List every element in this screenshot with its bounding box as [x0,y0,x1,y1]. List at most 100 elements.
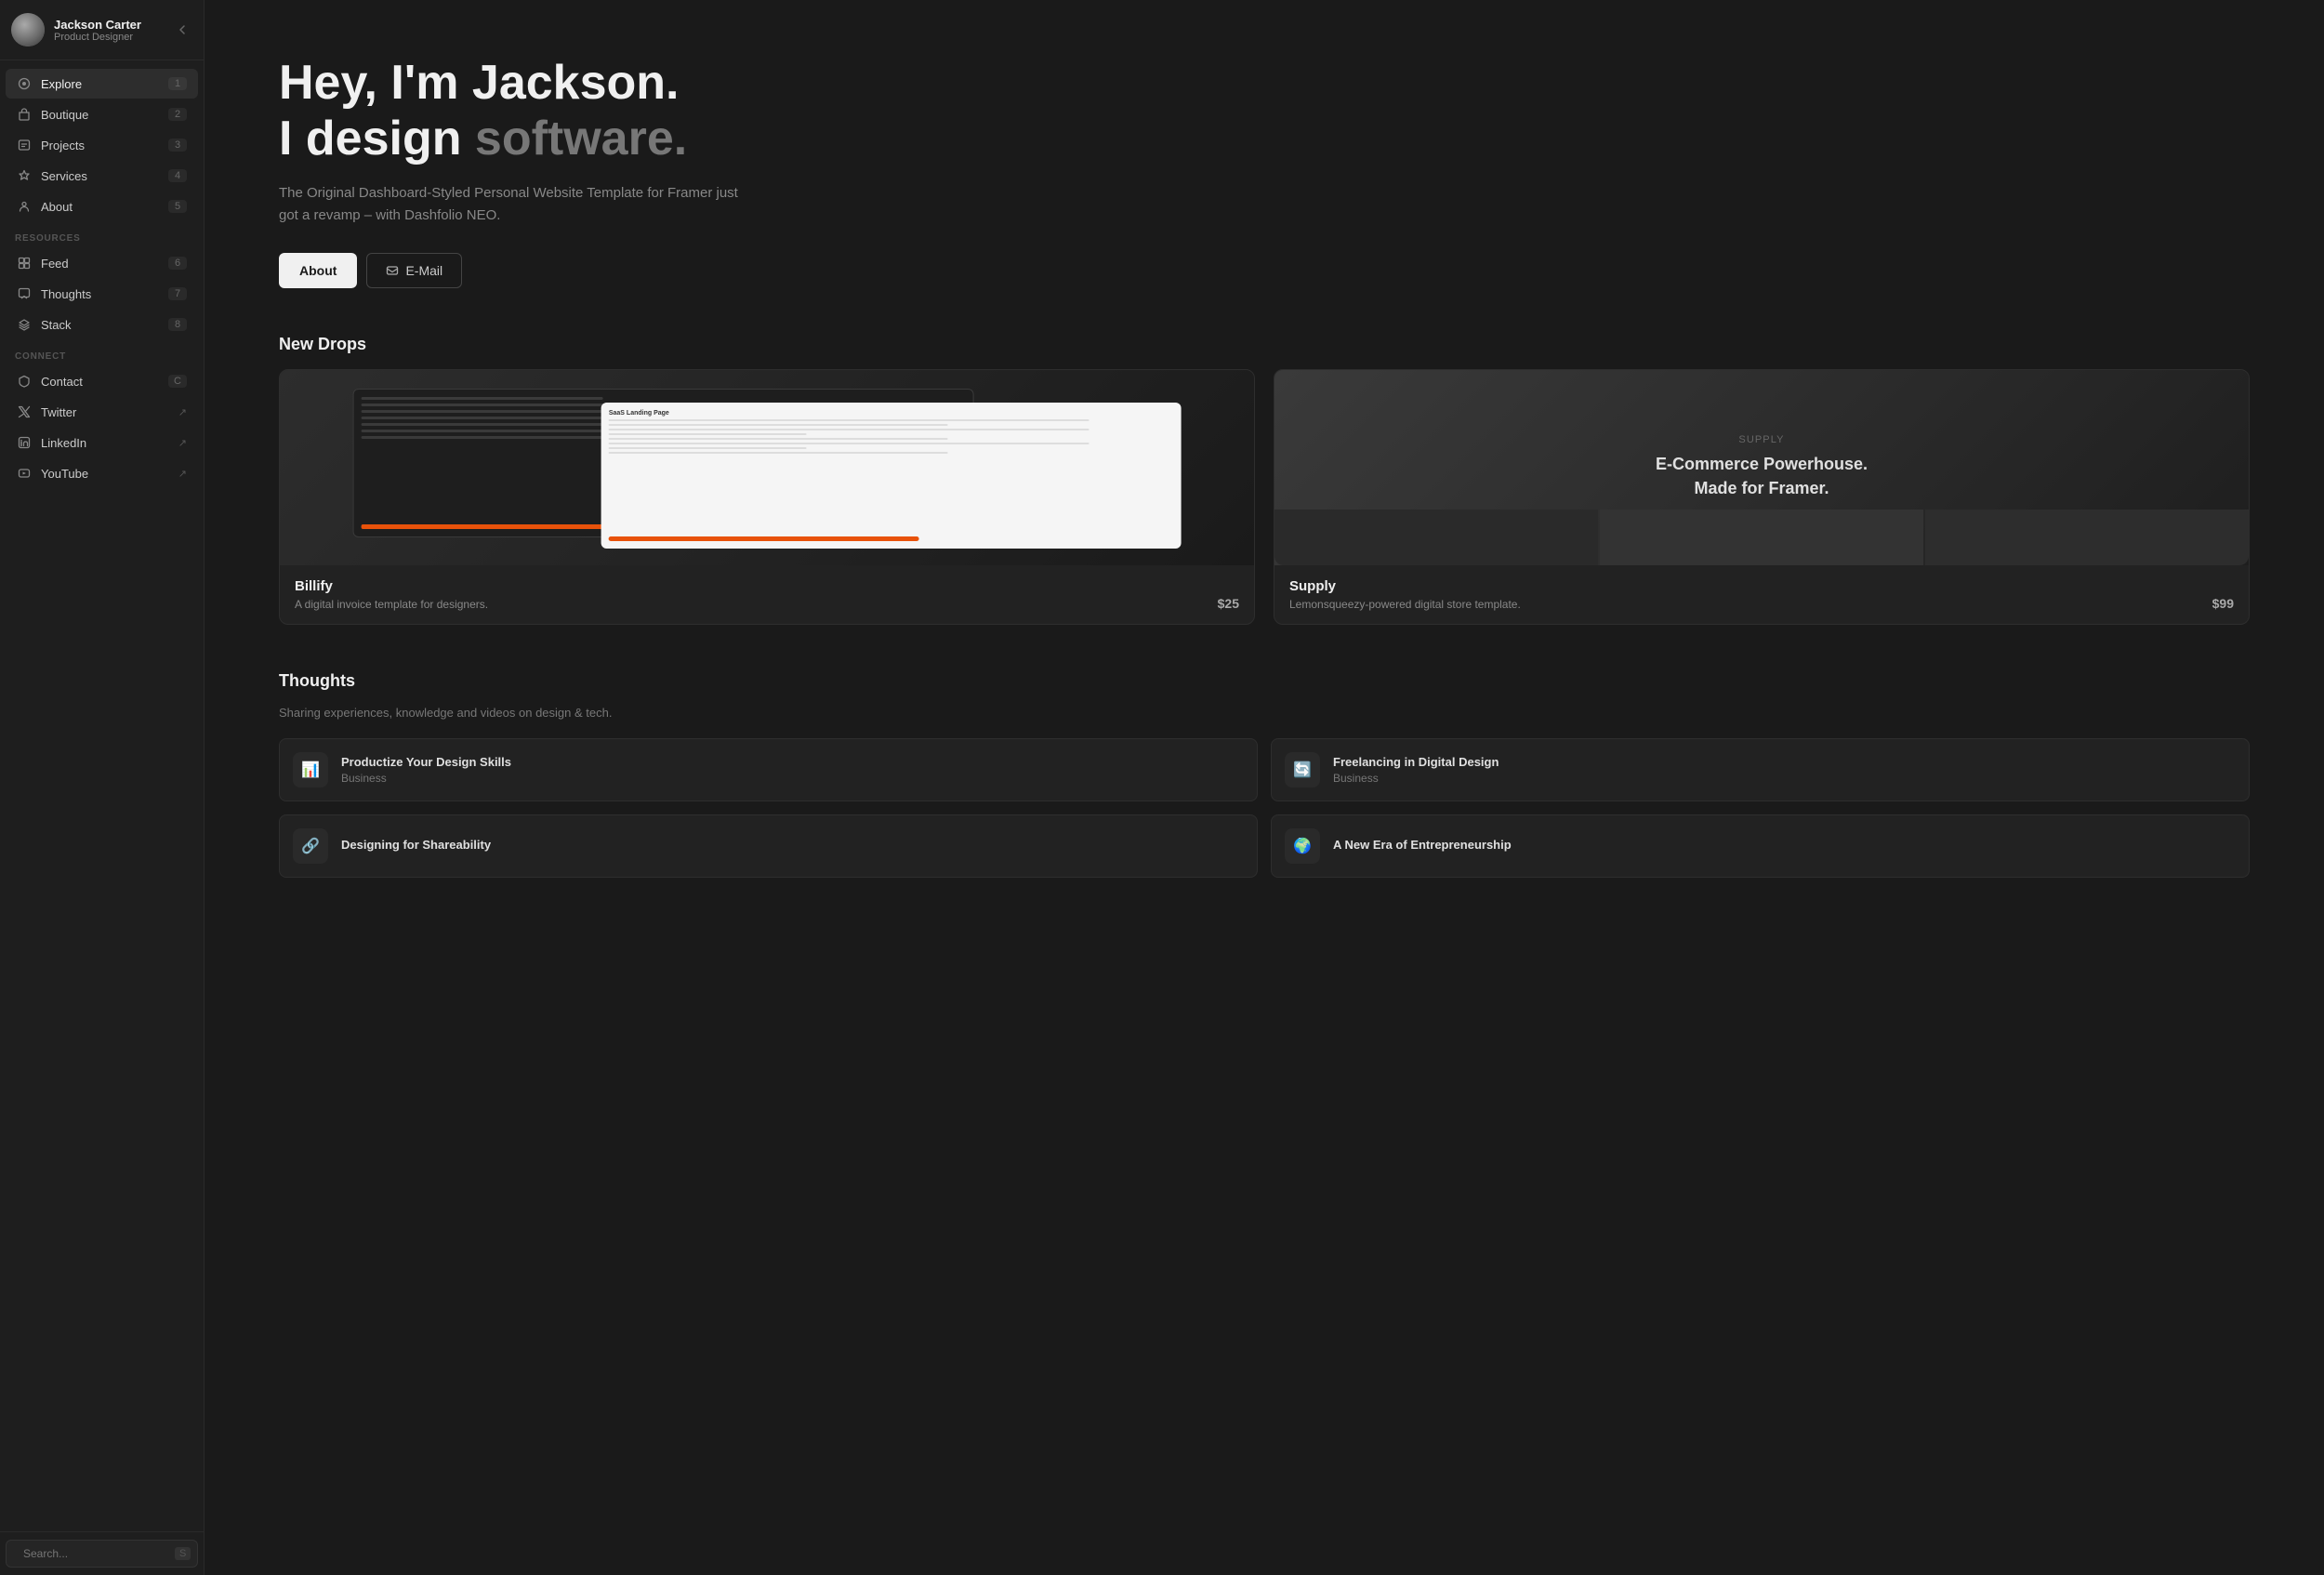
thoughts-section: Thoughts Sharing experiences, knowledge … [279,671,2250,878]
sidebar-item-stack[interactable]: Stack 8 [6,310,198,339]
linkedin-label: LinkedIn [41,436,86,450]
contact-shortcut: C [168,375,187,388]
thought-category-productize: Business [341,772,511,785]
youtube-external-icon: ↗ [178,468,187,480]
about-badge: 5 [168,200,187,213]
email-icon [386,264,399,277]
services-label: Services [41,169,87,183]
sidebar-item-linkedin[interactable]: LinkedIn ↗ [6,428,198,457]
youtube-icon [17,466,32,481]
hero-section: Hey, I'm Jackson. I design software. The… [279,56,2250,288]
thought-icon-entrepreneurship: 🌍 [1285,828,1320,864]
sidebar-item-twitter[interactable]: Twitter ↗ [6,397,198,427]
billify-name: Billify [295,578,488,594]
twitter-label: Twitter [41,405,76,419]
stack-icon [17,317,32,332]
user-info: Jackson Carter Product Designer [54,18,141,43]
sidebar-item-about[interactable]: About 5 [6,192,198,221]
twitter-external-icon: ↗ [178,406,187,418]
user-profile[interactable]: Jackson Carter Product Designer [11,13,141,46]
sidebar-bottom: S [0,1531,204,1575]
thought-category-freelancing: Business [1333,772,1499,785]
user-name: Jackson Carter [54,18,141,32]
hero-title-line2-prefix: I design [279,112,475,165]
boutique-label: Boutique [41,108,88,122]
billify-price: $25 [1218,596,1239,611]
thought-item-productize[interactable]: 📊 Productize Your Design Skills Business [279,738,1258,801]
search-bar[interactable]: S [6,1540,198,1568]
feed-label: Feed [41,257,69,271]
billify-info: Billify A digital invoice template for d… [280,565,1254,624]
email-label: E-Mail [405,263,442,278]
drop-card-supply[interactable]: SUPPLY E-Commerce Powerhouse.Made for Fr… [1274,369,2250,625]
main-content: Hey, I'm Jackson. I design software. The… [205,0,2324,1575]
explore-badge: 1 [168,77,187,90]
thought-icon-shareability: 🔗 [293,828,328,864]
thoughts-icon [17,286,32,301]
supply-info: Supply Lemonsqueezy-powered digital stor… [1274,565,2249,624]
sidebar-item-projects[interactable]: Projects 3 [6,130,198,160]
email-button[interactable]: E-Mail [366,253,462,288]
thoughts-title: Thoughts [279,671,2250,691]
sidebar-item-thoughts[interactable]: Thoughts 7 [6,279,198,309]
stack-label: Stack [41,318,72,332]
contact-icon [17,374,32,389]
twitter-icon [17,404,32,419]
billify-image: SaaS Landing Page [280,370,1254,565]
thought-icon-freelancing: 🔄 [1285,752,1320,788]
hero-title: Hey, I'm Jackson. I design software. [279,56,2250,167]
youtube-label: YouTube [41,467,88,481]
thoughts-subtitle: Sharing experiences, knowledge and video… [279,706,2250,720]
sidebar: Jackson Carter Product Designer Explore [0,0,205,1575]
thought-item-freelancing[interactable]: 🔄 Freelancing in Digital Design Business [1271,738,2250,801]
about-button[interactable]: About [279,253,357,288]
thought-item-shareability[interactable]: 🔗 Designing for Shareability [279,814,1258,878]
supply-image: SUPPLY E-Commerce Powerhouse.Made for Fr… [1274,370,2249,565]
boutique-icon [17,107,32,122]
drops-section: New Drops [279,335,2250,625]
sidebar-item-services[interactable]: Services 4 [6,161,198,191]
drops-grid: SaaS Landing Page [279,369,2250,625]
hero-title-line1: Hey, I'm Jackson. [279,56,680,110]
linkedin-external-icon: ↗ [178,437,187,449]
services-badge: 4 [168,169,187,182]
sidebar-item-boutique[interactable]: Boutique 2 [6,99,198,129]
connect-label: CONNECT [0,340,204,365]
thought-title-freelancing: Freelancing in Digital Design [1333,755,1499,769]
thoughts-badge: 7 [168,287,187,300]
services-icon [17,168,32,183]
hero-subtitle: The Original Dashboard-Styled Personal W… [279,182,744,227]
feed-badge: 6 [168,257,187,270]
avatar [11,13,45,46]
sidebar-item-feed[interactable]: Feed 6 [6,248,198,278]
contact-label: Contact [41,375,83,389]
user-role: Product Designer [54,32,141,43]
stack-badge: 8 [168,318,187,331]
main-nav: Explore 1 Boutique 2 [0,60,204,1531]
about-label: About [41,200,73,214]
explore-icon [17,76,32,91]
collapse-button[interactable] [172,20,192,40]
thought-title-productize: Productize Your Design Skills [341,755,511,769]
projects-label: Projects [41,139,85,152]
hero-title-highlight: software. [475,112,687,165]
resources-label: RESOURCES [0,222,204,247]
supply-desc: Lemonsqueezy-powered digital store templ… [1289,598,1521,611]
sidebar-item-contact[interactable]: Contact C [6,366,198,396]
search-input[interactable] [23,1547,167,1560]
drop-card-billify[interactable]: SaaS Landing Page [279,369,1255,625]
explore-label: Explore [41,77,82,91]
hero-buttons: About E-Mail [279,253,2250,288]
billify-desc: A digital invoice template for designers… [295,598,488,611]
thoughts-label: Thoughts [41,287,91,301]
boutique-badge: 2 [168,108,187,121]
feed-icon [17,256,32,271]
drops-title: New Drops [279,335,2250,354]
about-icon [17,199,32,214]
supply-name: Supply [1289,578,1521,594]
projects-icon [17,138,32,152]
sidebar-item-youtube[interactable]: YouTube ↗ [6,458,198,488]
thought-item-entrepreneurship[interactable]: 🌍 A New Era of Entrepreneurship [1271,814,2250,878]
search-shortcut: S [175,1547,191,1560]
sidebar-item-explore[interactable]: Explore 1 [6,69,198,99]
